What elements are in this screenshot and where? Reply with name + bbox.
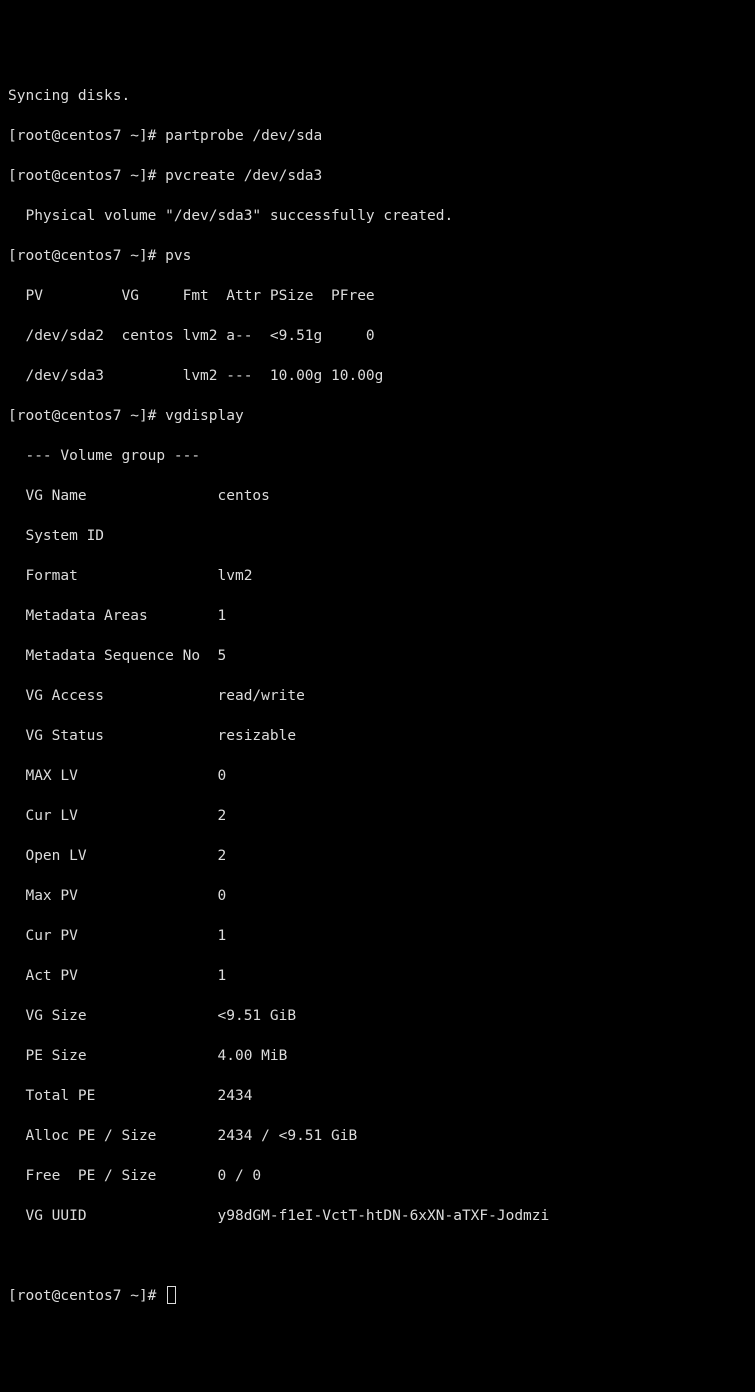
prompt-line: [root@centos7 ~]# pvs	[8, 246, 747, 266]
output-line: Syncing disks.	[8, 86, 747, 106]
vg-field: Cur PV 1	[8, 926, 747, 946]
pvs-header: PV VG Fmt Attr PSize PFree	[8, 286, 747, 306]
vg-field: VG UUID y98dGM-f1eI-VctT-htDN-6xXN-aTXF-…	[8, 1206, 747, 1226]
vg-header: --- Volume group ---	[8, 446, 747, 466]
pvs-row: /dev/sda3 lvm2 --- 10.00g 10.00g	[8, 366, 747, 386]
prompt-line: [root@centos7 ~]# pvcreate /dev/sda3	[8, 166, 747, 186]
vg-field: Metadata Areas 1	[8, 606, 747, 626]
vg-field: Cur LV 2	[8, 806, 747, 826]
prompt-line: [root@centos7 ~]# partprobe /dev/sda	[8, 126, 747, 146]
vg-field: Metadata Sequence No 5	[8, 646, 747, 666]
vg-field: System ID	[8, 526, 747, 546]
blank-line	[8, 1246, 747, 1266]
vg-field: VG Name centos	[8, 486, 747, 506]
pvs-row: /dev/sda2 centos lvm2 a-- <9.51g 0	[8, 326, 747, 346]
vg-field: Free PE / Size 0 / 0	[8, 1166, 747, 1186]
cursor-icon	[167, 1286, 176, 1304]
output-line: Physical volume "/dev/sda3" successfully…	[8, 206, 747, 226]
vg-field: VG Access read/write	[8, 686, 747, 706]
vg-field: PE Size 4.00 MiB	[8, 1046, 747, 1066]
vg-field: Max PV 0	[8, 886, 747, 906]
prompt-line: [root@centos7 ~]# vgdisplay	[8, 406, 747, 426]
vg-field: VG Status resizable	[8, 726, 747, 746]
vg-field: Total PE 2434	[8, 1086, 747, 1106]
prompt-current[interactable]: [root@centos7 ~]#	[8, 1286, 747, 1306]
vg-field: Open LV 2	[8, 846, 747, 866]
vg-field: MAX LV 0	[8, 766, 747, 786]
vg-field: Alloc PE / Size 2434 / <9.51 GiB	[8, 1126, 747, 1146]
vg-field: Format lvm2	[8, 566, 747, 586]
vg-field: VG Size <9.51 GiB	[8, 1006, 747, 1026]
prompt-text: [root@centos7 ~]#	[8, 1288, 165, 1304]
vg-field: Act PV 1	[8, 966, 747, 986]
